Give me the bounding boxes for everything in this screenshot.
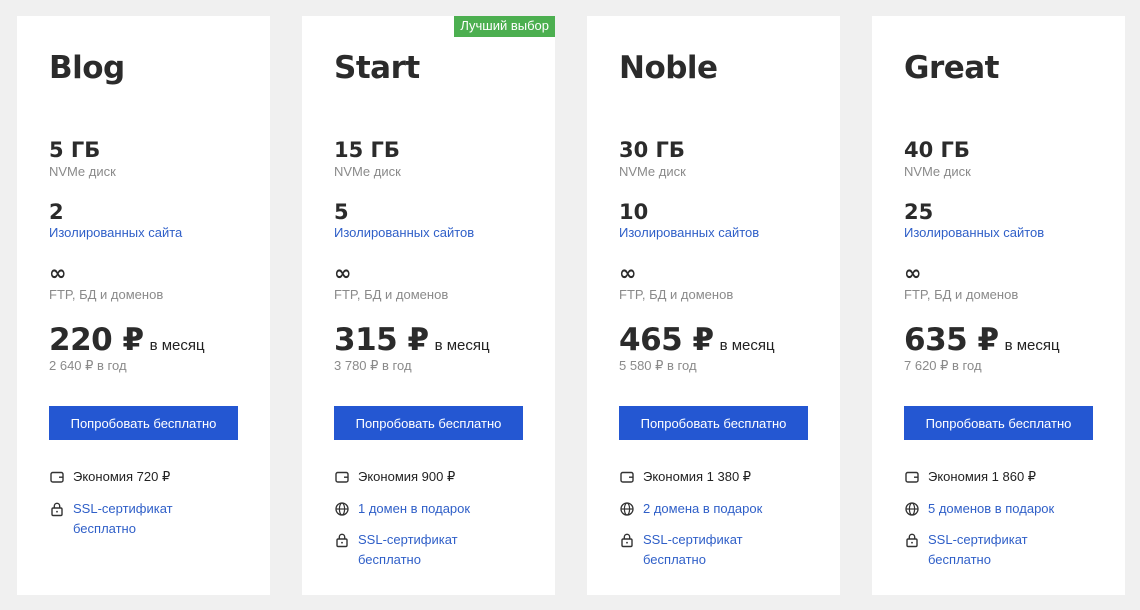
price-row: 465 ₽ в месяц — [619, 322, 775, 358]
disk-size: 5 ГБ — [49, 138, 101, 162]
sites-count: 25 — [904, 200, 934, 224]
lock-icon — [51, 502, 63, 517]
lock-icon — [906, 533, 918, 548]
wallet-icon — [620, 471, 634, 483]
ftp-label: FTP, БД и доменов — [49, 287, 164, 302]
plan-name: Great — [904, 50, 1000, 86]
monthly-price: 635 ₽ — [904, 322, 999, 358]
lock-icon — [621, 533, 633, 548]
ssl-perk: SSL-сертификат бесплатно — [904, 530, 1078, 570]
sites-label-link[interactable]: Изолированных сайтов — [334, 225, 474, 241]
try-free-button[interactable]: Попробовать бесплатно — [49, 406, 238, 440]
plan-name: Start — [334, 50, 420, 86]
sites-label-link[interactable]: Изолированных сайтов — [619, 225, 759, 241]
disk-size: 40 ГБ — [904, 138, 970, 162]
price-row: 220 ₽ в месяц — [49, 322, 205, 358]
price-row: 315 ₽ в месяц — [334, 322, 490, 358]
ssl-perk: SSL-сертификат бесплатно — [49, 499, 223, 539]
saving-text: Экономия 900 ₽ — [358, 469, 456, 484]
globe-icon — [335, 502, 349, 516]
domain-gift-link[interactable]: 5 доменов в подарок — [928, 499, 1078, 519]
price-period: в месяц — [149, 337, 205, 354]
yearly-price: 3 780 ₽ в год — [334, 358, 412, 373]
saving-text: Экономия 720 ₽ — [73, 469, 171, 484]
wallet-icon — [335, 471, 349, 483]
ftp-count: ∞ — [904, 261, 922, 285]
disk-label: NVMe диск — [904, 164, 971, 179]
ssl-link[interactable]: SSL-сертификат бесплатно — [358, 530, 508, 570]
yearly-price: 2 640 ₽ в год — [49, 358, 127, 373]
ftp-label: FTP, БД и доменов — [619, 287, 734, 302]
sites-count: 5 — [334, 200, 349, 224]
price-period: в месяц — [719, 337, 775, 354]
ftp-label: FTP, БД и доменов — [334, 287, 449, 302]
domain-gift-link[interactable]: 2 домена в подарок — [643, 499, 793, 519]
saving-perk: Экономия 1 860 ₽ — [904, 467, 1078, 487]
saving-text: Экономия 1 860 ₽ — [928, 469, 1037, 484]
monthly-price: 315 ₽ — [334, 322, 429, 358]
saving-perk: Экономия 720 ₽ — [49, 467, 223, 487]
yearly-price: 5 580 ₽ в год — [619, 358, 697, 373]
ssl-link[interactable]: SSL-сертификат бесплатно — [73, 499, 223, 539]
wallet-icon — [50, 471, 64, 483]
monthly-price: 465 ₽ — [619, 322, 714, 358]
best-choice-badge: Лучший выбор — [454, 16, 555, 37]
sites-count: 10 — [619, 200, 649, 224]
domain-perk: 5 доменов в подарок — [904, 499, 1078, 519]
plan-card-noble: Noble 30 ГБ NVMe диск 10 Изолированных с… — [587, 16, 840, 595]
price-period: в месяц — [1004, 337, 1060, 354]
sites-label-link[interactable]: Изолированных сайтов — [904, 225, 1044, 241]
saving-perk: Экономия 1 380 ₽ — [619, 467, 793, 487]
disk-size: 15 ГБ — [334, 138, 400, 162]
globe-icon — [620, 502, 634, 516]
try-free-button[interactable]: Попробовать бесплатно — [619, 406, 808, 440]
try-free-button[interactable]: Попробовать бесплатно — [334, 406, 523, 440]
disk-label: NVMe диск — [334, 164, 401, 179]
sites-count: 2 — [49, 200, 64, 224]
disk-label: NVMe диск — [49, 164, 116, 179]
plan-card-blog: Blog 5 ГБ NVMe диск 2 Изолированных сайт… — [17, 16, 270, 595]
plan-card-great: Great 40 ГБ NVMe диск 25 Изолированных с… — [872, 16, 1125, 595]
ssl-link[interactable]: SSL-сертификат бесплатно — [928, 530, 1078, 570]
saving-perk: Экономия 900 ₽ — [334, 467, 508, 487]
ssl-perk: SSL-сертификат бесплатно — [619, 530, 793, 570]
globe-icon — [905, 502, 919, 516]
ssl-link[interactable]: SSL-сертификат бесплатно — [643, 530, 793, 570]
domain-gift-link[interactable]: 1 домен в подарок — [358, 499, 508, 519]
monthly-price: 220 ₽ — [49, 322, 144, 358]
plan-card-start: Лучший выбор Start 15 ГБ NVMe диск 5 Изо… — [302, 16, 555, 595]
ftp-count: ∞ — [619, 261, 637, 285]
try-free-button[interactable]: Попробовать бесплатно — [904, 406, 1093, 440]
domain-perk: 2 домена в подарок — [619, 499, 793, 519]
price-period: в месяц — [434, 337, 490, 354]
price-row: 635 ₽ в месяц — [904, 322, 1060, 358]
wallet-icon — [905, 471, 919, 483]
yearly-price: 7 620 ₽ в год — [904, 358, 982, 373]
plan-name: Noble — [619, 50, 718, 86]
disk-label: NVMe диск — [619, 164, 686, 179]
ssl-perk: SSL-сертификат бесплатно — [334, 530, 508, 570]
lock-icon — [336, 533, 348, 548]
ftp-count: ∞ — [334, 261, 352, 285]
plan-name: Blog — [49, 50, 125, 86]
sites-label-link[interactable]: Изолированных сайта — [49, 225, 182, 241]
saving-text: Экономия 1 380 ₽ — [643, 469, 752, 484]
ftp-count: ∞ — [49, 261, 67, 285]
pricing-cards: Blog 5 ГБ NVMe диск 2 Изолированных сайт… — [0, 0, 1140, 610]
disk-size: 30 ГБ — [619, 138, 685, 162]
ftp-label: FTP, БД и доменов — [904, 287, 1019, 302]
domain-perk: 1 домен в подарок — [334, 499, 508, 519]
